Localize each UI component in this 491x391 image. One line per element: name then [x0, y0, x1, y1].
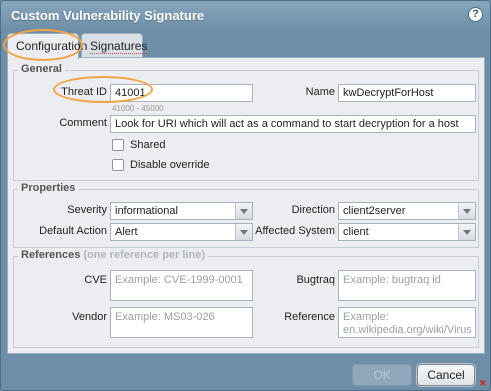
comment-label: Comment [59, 117, 107, 129]
resize-handle-icon[interactable]: ✖ [479, 379, 487, 388]
default-action-value: Alert [115, 226, 138, 238]
ok-button[interactable]: OK [352, 364, 412, 386]
dialog-title: Custom Vulnerability Signature [11, 8, 205, 23]
references-legend-title: References [21, 249, 81, 261]
severity-value: informational [115, 205, 178, 217]
affected-system-select[interactable]: client [338, 223, 476, 241]
shared-label: Shared [130, 139, 166, 151]
cve-textarea[interactable]: Example: CVE-1999-0001 [110, 270, 253, 301]
cancel-button[interactable]: Cancel [417, 364, 475, 386]
references-section: References (one reference per line) CVE … [13, 249, 479, 348]
bugtraq-label: Bugtraq [296, 274, 335, 286]
tab-configuration[interactable]: Configuration [7, 33, 87, 59]
severity-label: Severity [67, 204, 107, 216]
affected-system-label: Affected System [255, 225, 335, 237]
tab-signatures[interactable]: Signatures [81, 33, 148, 57]
disable-override-checkbox[interactable] [112, 159, 124, 171]
default-action-label: Default Action [39, 225, 107, 237]
threat-id-range-hint: 41000 - 45000 [112, 104, 164, 113]
tab-signatures-label: Signatures [90, 39, 148, 54]
cve-label: CVE [84, 274, 107, 286]
chevron-down-icon[interactable] [458, 203, 475, 219]
properties-legend: Properties [18, 182, 79, 194]
custom-vulnerability-signature-dialog: Custom Vulnerability Signature ? Configu… [0, 0, 491, 391]
comment-input[interactable]: Look for URI which will act as a command… [110, 115, 476, 133]
severity-select[interactable]: informational [110, 202, 253, 220]
direction-label: Direction [291, 204, 335, 216]
shared-checkbox[interactable] [112, 139, 124, 151]
bugtraq-textarea[interactable]: Example: bugtraq id [338, 270, 476, 301]
tab-configuration-label: Configuration [16, 39, 88, 53]
direction-select[interactable]: client2server [338, 202, 476, 220]
general-legend: General [18, 63, 65, 75]
reference-textarea[interactable]: Example: en.wikipedia.org/wiki/Virus [338, 307, 476, 338]
direction-value: client2server [343, 205, 406, 217]
properties-section: Properties Severity informational Direct… [13, 182, 479, 248]
configuration-panel: General Threat ID 41001 41000 - 45000 Na… [7, 57, 485, 354]
general-section: General Threat ID 41001 41000 - 45000 Na… [13, 63, 479, 181]
chevron-down-icon[interactable] [458, 224, 475, 240]
help-icon[interactable]: ? [468, 7, 483, 22]
affected-system-value: client [343, 226, 369, 238]
disable-override-label: Disable override [130, 159, 210, 171]
references-legend-hint: (one reference per line) [83, 249, 206, 261]
threat-id-input[interactable]: 41001 [110, 84, 253, 102]
vendor-textarea[interactable]: Example: MS03-026 [110, 307, 253, 338]
references-legend: References (one reference per line) [18, 249, 209, 261]
name-input[interactable]: kwDecryptForHost [338, 84, 476, 102]
name-label: Name [305, 86, 335, 98]
title-bar[interactable]: Custom Vulnerability Signature ? [1, 1, 490, 29]
threat-id-label: Threat ID [61, 86, 107, 98]
default-action-select[interactable]: Alert [110, 223, 253, 241]
chevron-down-icon[interactable] [235, 203, 252, 219]
reference-label: Reference [284, 311, 335, 323]
vendor-label: Vendor [72, 311, 107, 323]
